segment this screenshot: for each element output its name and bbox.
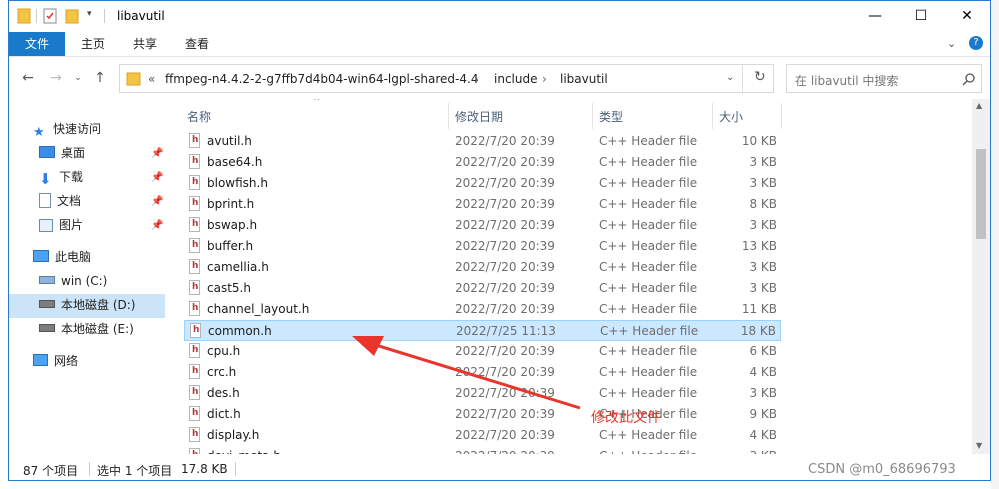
watermark: CSDN @m0_68696793 (808, 462, 956, 477)
annotation-label: 修改此文件 (591, 410, 661, 426)
annotation-arrow (352, 336, 581, 410)
